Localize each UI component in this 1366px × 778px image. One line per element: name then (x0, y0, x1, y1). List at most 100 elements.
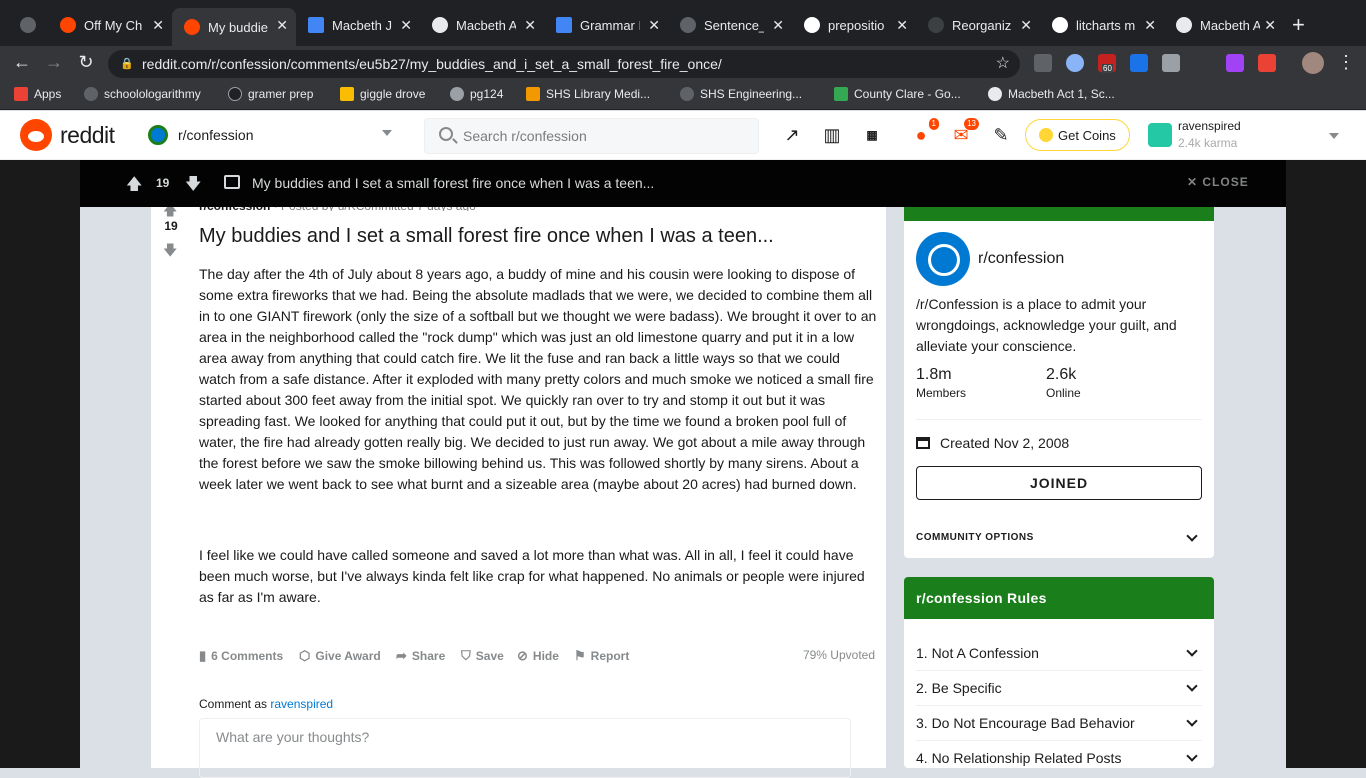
bookmark-county-clare[interactable]: County Clare - Go... (834, 87, 961, 101)
online-count: 2.6k (1046, 366, 1077, 383)
tab-off-my-chest[interactable]: Off My Ch ✕ (48, 8, 172, 42)
stats-icon[interactable]: ▥ (820, 124, 844, 146)
rule-item[interactable]: 4. No Relationship Related Posts (916, 741, 1202, 768)
rule-item[interactable]: 3. Do Not Encourage Bad Behavior (916, 706, 1202, 741)
tab-macbeth-a-2[interactable]: Macbeth A ✕ (1164, 8, 1284, 42)
extension-check-icon[interactable] (1130, 54, 1148, 72)
flag-icon: ⚑ (574, 648, 586, 663)
close-button[interactable]: ✕ CLOSE (1187, 175, 1249, 189)
tab-preposition[interactable]: prepositio ✕ (792, 8, 916, 42)
rpan-icon[interactable]: ▦ (860, 124, 884, 146)
bookmark-shs-engineering[interactable]: SHS Engineering... (680, 87, 802, 101)
reload-icon[interactable]: ↻ (74, 52, 98, 73)
extension-color-icon[interactable] (1226, 54, 1244, 72)
reddit-logo-icon[interactable] (20, 119, 52, 151)
username: ravenspired (1178, 119, 1241, 133)
tab-close-icon[interactable]: ✕ (1020, 17, 1032, 34)
tab-macbeth-j[interactable]: Macbeth J ✕ (296, 8, 420, 42)
trending-icon[interactable]: ↗ (780, 124, 804, 146)
post-title: My buddies and I set a small forest fire… (199, 225, 774, 247)
extension-briefcase-icon[interactable] (1162, 54, 1180, 72)
maps-icon (834, 87, 848, 101)
tab-my-buddies[interactable]: My buddie ✕ (172, 8, 296, 46)
rule-item[interactable]: 2. Be Specific (916, 671, 1202, 706)
tab-close-icon[interactable]: ✕ (524, 17, 536, 34)
bookmark-apps[interactable]: Apps (14, 87, 61, 101)
tab-close-icon[interactable]: ✕ (1144, 17, 1156, 34)
downvote-arrow-icon[interactable]: 🡇 (163, 240, 177, 264)
share-button[interactable]: ➦ Share (396, 648, 445, 664)
extension-timer-icon[interactable]: 60 (1098, 54, 1116, 73)
back-icon[interactable]: ← (10, 52, 34, 73)
comment-input[interactable]: What are your thoughts? (199, 718, 851, 778)
tab-close-icon[interactable]: ✕ (1264, 17, 1276, 34)
award-icon: ⬡ (299, 648, 311, 663)
menu-icon[interactable]: ⋮ (1334, 52, 1358, 73)
hide-button[interactable]: ⊘ Hide (517, 648, 559, 664)
bookmark-star-icon[interactable]: ☆ (996, 50, 1010, 78)
give-award-button[interactable]: ⬡ Give Award (299, 648, 381, 664)
subreddit-selector[interactable]: r/confession (148, 118, 398, 152)
save-button[interactable]: ⛉ Save (461, 648, 504, 664)
downvote-arrow-icon[interactable]: 🡇 (185, 173, 201, 200)
tab-title: litcharts m (1076, 17, 1136, 33)
tab-sentence[interactable]: Sentence_ ✕ (668, 8, 792, 42)
github-favicon-icon (928, 17, 944, 33)
mail-icon[interactable]: ✉ 13 (949, 118, 979, 146)
bookmark-giggle-drove[interactable]: giggle drove (340, 87, 425, 101)
extension-pen-icon[interactable] (1258, 54, 1276, 72)
community-options-toggle[interactable]: COMMUNITY OPTIONS (916, 530, 1202, 543)
rules-widget: r/confession Rules 1. Not A Confession 2… (904, 577, 1214, 768)
comments-button[interactable]: ▮ 6 Comments (199, 648, 283, 664)
tab-close-icon[interactable]: ✕ (400, 17, 412, 34)
tab-macbeth-a[interactable]: Macbeth A ✕ (420, 8, 544, 42)
divider (916, 419, 1202, 420)
user-dropdown[interactable]: ravenspired 2.4k karma (1148, 117, 1348, 155)
chevron-down-icon (1186, 680, 1198, 692)
create-post-icon[interactable]: ✎ (989, 124, 1013, 146)
tab-litcharts[interactable]: litcharts m ✕ (1040, 8, 1164, 42)
post-bar-score: 19 (156, 176, 170, 190)
comment-username[interactable]: ravenspired (270, 697, 333, 711)
new-tab-icon[interactable]: + (1292, 12, 1305, 38)
report-button[interactable]: ⚑ Report (574, 648, 629, 664)
reddit-favicon-icon (60, 17, 76, 33)
comment-as: Comment as ravenspired (199, 697, 334, 711)
tab-close-icon[interactable]: ✕ (896, 17, 908, 34)
rule-item[interactable]: 1. Not A Confession (916, 636, 1202, 671)
coin-icon (1039, 128, 1053, 142)
tab-close-icon[interactable]: ✕ (152, 17, 164, 34)
profile-avatar[interactable] (1302, 52, 1324, 74)
get-coins-button[interactable]: Get Coins (1025, 119, 1130, 151)
tab-close-icon[interactable]: ✕ (276, 17, 288, 34)
upvote-arrow-icon[interactable]: 🡅 (126, 173, 142, 200)
post-body: The day after the 4th of July about 8 ye… (199, 264, 879, 629)
joined-button[interactable]: JOINED (916, 466, 1202, 500)
lock-icon: 🔒 (120, 58, 134, 70)
bookmark-schoology[interactable]: schoolologarithmy (84, 87, 201, 101)
tab-reorganize[interactable]: Reorganiz ✕ (916, 8, 1040, 42)
tab-title: Macbeth A (1200, 17, 1260, 33)
tab-close-icon[interactable]: ✕ (648, 17, 660, 34)
sidebar-subreddit-name[interactable]: r/confession (978, 250, 1064, 268)
members-stat: 1.8m Members (916, 366, 966, 400)
chevron-down-icon (1186, 715, 1198, 727)
tab-favicon-icon (432, 17, 448, 33)
tab-close-icon[interactable]: ✕ (772, 17, 784, 34)
bookmark-pg124[interactable]: pg124 (450, 87, 503, 101)
bookmark-shs-library[interactable]: SHS Library Medi... (526, 87, 650, 101)
reddit-wordmark[interactable]: reddit (60, 122, 115, 149)
extension-owl-icon[interactable] (1066, 54, 1084, 72)
chat-icon[interactable]: ● 1 (909, 118, 939, 146)
search-input[interactable]: Search r/confession (424, 118, 759, 154)
online-stat: 2.6k Online (1046, 366, 1081, 400)
address-bar[interactable]: 🔒 reddit.com/r/confession/comments/eu5b2… (108, 50, 1020, 78)
tab-grammar[interactable]: Grammar I ✕ (544, 8, 668, 42)
tab-pinned[interactable] (8, 8, 48, 42)
bookmark-macbeth-act[interactable]: Macbeth Act 1, Sc... (988, 87, 1115, 101)
extension-crx-icon[interactable] (1034, 54, 1052, 72)
bookmarks-bar: Apps schoolologarithmy gramer prep giggl… (0, 82, 1366, 110)
post-score: 19 (164, 219, 178, 233)
forward-icon[interactable]: → (42, 52, 66, 73)
bookmark-gramer-prep[interactable]: gramer prep (228, 87, 313, 101)
